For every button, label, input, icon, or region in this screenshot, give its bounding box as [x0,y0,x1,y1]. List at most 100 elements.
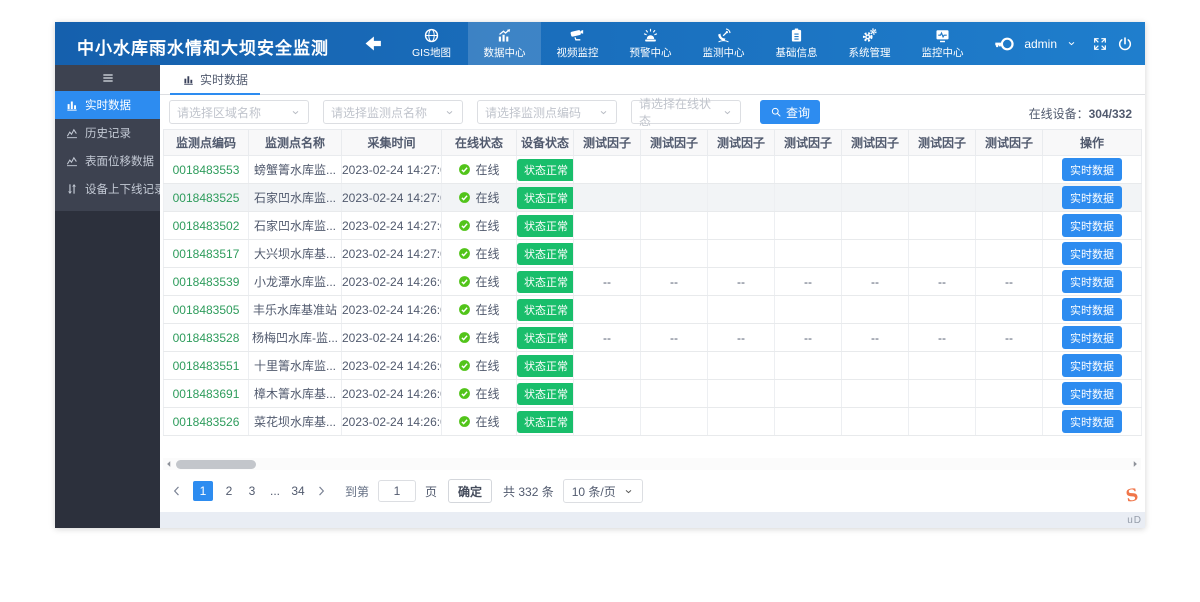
realtime-data-button[interactable]: 实时数据 [1062,270,1122,293]
user-key-icon[interactable] [993,33,1015,55]
cell-collect-time: 2023-02-24 14:27:00 [342,184,442,212]
cell-station-name: 小龙潭水库监... [249,268,342,296]
cell-test-factor [842,352,909,380]
cell-test-factor [574,380,641,408]
nav-item-数据中心[interactable]: 数据中心 [468,22,541,65]
table-row: 0018483525石家凹水库监...2023-02-24 14:27:00在线… [164,184,1142,212]
search-button[interactable]: 查询 [760,100,820,124]
realtime-data-button[interactable]: 实时数据 [1062,186,1122,209]
cell-station-code: 0018483691 [164,380,249,408]
cell-station-code: 0018483525 [164,184,249,212]
cell-test-factor [775,408,842,436]
sidebar-item-label: 设备上下线记录 [85,181,166,197]
nav-item-视频监控[interactable]: 视频监控 [541,22,614,65]
realtime-data-button[interactable]: 实时数据 [1062,214,1122,237]
status-badge: 状态正常 [517,327,574,349]
page-number-1[interactable]: 1 [193,481,213,501]
username[interactable]: admin [1024,37,1057,51]
page-title: 中小水库雨水情和大坝安全监测 [77,34,329,59]
realtime-data-button[interactable]: 实时数据 [1062,382,1122,405]
cell-online-status: 在线 [442,352,517,380]
chevron-down-icon[interactable] [1066,38,1077,49]
realtime-data-button[interactable]: 实时数据 [1062,410,1122,433]
tab-realtime-data[interactable]: 实时数据 [170,65,260,95]
nav-item-监测中心[interactable]: 监测中心 [687,22,760,65]
cell-station-code: 0018483526 [164,408,249,436]
realtime-data-button[interactable]: 实时数据 [1062,298,1122,321]
page-ellipsis: ... [268,484,282,498]
page-number-2[interactable]: 2 [222,484,236,498]
cell-device-status: 状态正常 [517,380,574,408]
cell-collect-time: 2023-02-24 14:26:00 [342,324,442,352]
nav-item-基础信息[interactable]: 基础信息 [760,22,833,65]
top-header: 中小水库雨水情和大坝安全监测 GIS地图 数据中心 视频监控 预警中心 监测中心… [55,22,1145,65]
menu-toggle-button[interactable] [55,65,160,91]
cell-test-factor [842,156,909,184]
clipboard-icon [788,27,805,44]
nav-item-label: 数据中心 [484,45,526,60]
check-circle-icon [458,247,471,260]
cell-test-factor: -- [574,268,641,296]
cell-device-status: 状态正常 [517,352,574,380]
chevron-down-icon [623,486,634,497]
power-icon[interactable] [1117,36,1133,52]
scroll-right-icon[interactable] [1129,458,1141,470]
filter-select[interactable]: 请选择在线状态 [631,100,741,124]
sidebar-item-实时数据[interactable]: 实时数据 [55,91,160,119]
next-page-icon[interactable] [314,484,328,498]
table-header-row: 监测点编码监测点名称采集时间在线状态设备状态测试因子测试因子测试因子测试因子测试… [164,130,1142,156]
chevron-down-icon [290,107,301,118]
service-widget-logo[interactable]: S [1124,485,1140,507]
cell-test-factor [909,296,976,324]
filter-select[interactable]: 请选择监测点编码 [477,100,617,124]
confirm-button[interactable]: 确定 [448,479,492,503]
nav-item-GIS地图[interactable]: GIS地图 [395,22,468,65]
column-header: 监测点编码 [164,130,249,156]
sidebar-item-label: 实时数据 [85,97,131,113]
filter-select[interactable]: 请选择区域名称 [169,100,309,124]
line-chart-icon [65,154,79,168]
filter-select[interactable]: 请选择监测点名称 [323,100,463,124]
nav-item-预警中心[interactable]: 预警中心 [614,22,687,65]
select-placeholder: 请选择监测点名称 [331,104,427,121]
horizontal-scrollbar[interactable] [163,458,1141,470]
scroll-left-icon[interactable] [163,458,175,470]
cell-action: 实时数据 [1043,184,1142,212]
page-number-3[interactable]: 3 [245,484,259,498]
prev-page-icon[interactable] [170,484,184,498]
sidebar-item-表面位移数据[interactable]: 表面位移数据 [55,147,160,175]
chart-icon [496,27,513,44]
nav-item-系统管理[interactable]: 系统管理 [833,22,906,65]
sidebar-item-历史记录[interactable]: 历史记录 [55,119,160,147]
cell-test-factor [909,240,976,268]
footer-strip: uD [160,512,1145,528]
cell-test-factor [909,380,976,408]
page-number-34[interactable]: 34 [291,484,305,498]
page-size-select[interactable]: 10 条/页 [563,479,643,503]
cell-collect-time: 2023-02-24 14:27:00 [342,212,442,240]
column-header: 测试因子 [574,130,641,156]
scrollbar-thumb[interactable] [176,460,256,469]
cell-collect-time: 2023-02-24 14:26:00 [342,352,442,380]
total-count-label: 共 332 条 [503,483,554,500]
cell-station-code: 0018483551 [164,352,249,380]
watermark-text: uD [1127,515,1142,526]
back-button[interactable] [360,33,386,54]
cell-test-factor [574,212,641,240]
realtime-data-button[interactable]: 实时数据 [1062,242,1122,265]
cell-test-factor [641,380,708,408]
nav-item-label: 监控中心 [922,45,964,60]
cell-test-factor [909,184,976,212]
cell-test-factor [976,184,1043,212]
cell-test-factor [775,240,842,268]
goto-page-input[interactable] [378,480,416,502]
cell-device-status: 状态正常 [517,240,574,268]
realtime-data-button[interactable]: 实时数据 [1062,158,1122,181]
sidebar-item-设备上下线记录[interactable]: 设备上下线记录 [55,175,160,203]
column-header: 采集时间 [342,130,442,156]
expand-icon[interactable] [1092,36,1108,52]
realtime-data-button[interactable]: 实时数据 [1062,326,1122,349]
column-header: 测试因子 [708,130,775,156]
nav-item-监控中心[interactable]: 监控中心 [906,22,979,65]
realtime-data-button[interactable]: 实时数据 [1062,354,1122,377]
